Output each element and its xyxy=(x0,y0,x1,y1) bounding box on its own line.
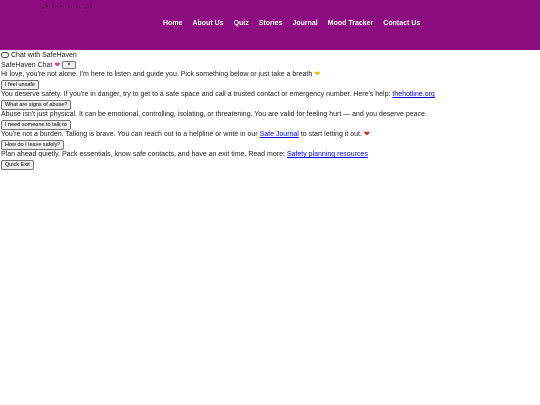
red-heart-icon: ❤ xyxy=(363,131,370,139)
reply-signs-of-abuse: Abuse isn't just physical. It can be emo… xyxy=(1,110,537,120)
quick-exit-button[interactable]: Quick Exit xyxy=(1,159,34,170)
option-signs-of-abuse-button[interactable]: What are signs of abuse? xyxy=(1,99,72,110)
greeting-text: Hi love, you're not alone. I'm here to l… xyxy=(1,71,313,79)
nav-about-us[interactable]: About Us xyxy=(192,20,223,27)
nav-quiz[interactable]: Quiz xyxy=(234,20,249,27)
chat-launcher-label: Chat with SafeHaven xyxy=(11,52,77,59)
nav-mood-tracker[interactable]: Mood Tracker xyxy=(328,20,374,27)
option-feel-unsafe-button[interactable]: I feel unsafe xyxy=(1,79,39,90)
chat-header: SafeHaven Chat ❤ × xyxy=(1,60,537,71)
reply-text-after: to start letting it out. xyxy=(298,131,362,139)
hotline-link[interactable]: thehotline.org xyxy=(392,91,434,98)
yellow-heart-icon: ❤ xyxy=(314,71,321,79)
pink-heart-icon: ❤ xyxy=(54,61,61,69)
site-header: Home About Us Quiz Stories Journal Mood … xyxy=(0,0,540,50)
nav-contact-us[interactable]: Contact Us xyxy=(383,20,420,27)
option-someone-to-talk-button[interactable]: I need someone to talk to xyxy=(1,119,71,130)
safety-planning-link[interactable]: Safety planning resources xyxy=(287,151,368,158)
reply-text: You deserve safety. If you're in danger,… xyxy=(1,91,393,99)
reply-text: Plan ahead quietly. Pack essentials, kno… xyxy=(1,151,287,159)
nav-stories[interactable]: Stories xyxy=(259,20,283,27)
chat-close-button[interactable]: × xyxy=(62,60,76,69)
reply-someone-to-talk: You're not a burden. Talking is brave. Y… xyxy=(1,130,537,140)
nav-home[interactable]: Home xyxy=(163,20,182,27)
option-leave-safely-button[interactable]: How do I leave safely? xyxy=(1,139,65,150)
safe-journal-link[interactable]: Safe Journal xyxy=(260,131,299,138)
reply-text: Abuse isn't just physical. It can be emo… xyxy=(1,111,427,119)
chat-greeting: Hi love, you're not alone. I'm here to l… xyxy=(1,70,537,80)
main-nav: Home About Us Quiz Stories Journal Mood … xyxy=(163,20,430,27)
chat-widget: Chat with SafeHaven SafeHaven Chat ❤ × H… xyxy=(1,51,537,170)
reply-text: You're not a burden. Talking is brave. Y… xyxy=(1,131,260,139)
nav-journal[interactable]: Journal xyxy=(292,20,317,27)
site-logo[interactable] xyxy=(42,3,94,11)
chat-title: SafeHaven Chat xyxy=(1,61,53,69)
reply-leave-safely: Plan ahead quietly. Pack essentials, kno… xyxy=(1,150,537,160)
chat-launcher[interactable]: Chat with SafeHaven xyxy=(1,51,537,61)
reply-feel-unsafe: You deserve safety. If you're in danger,… xyxy=(1,90,537,100)
chat-bubble-icon xyxy=(1,52,9,59)
